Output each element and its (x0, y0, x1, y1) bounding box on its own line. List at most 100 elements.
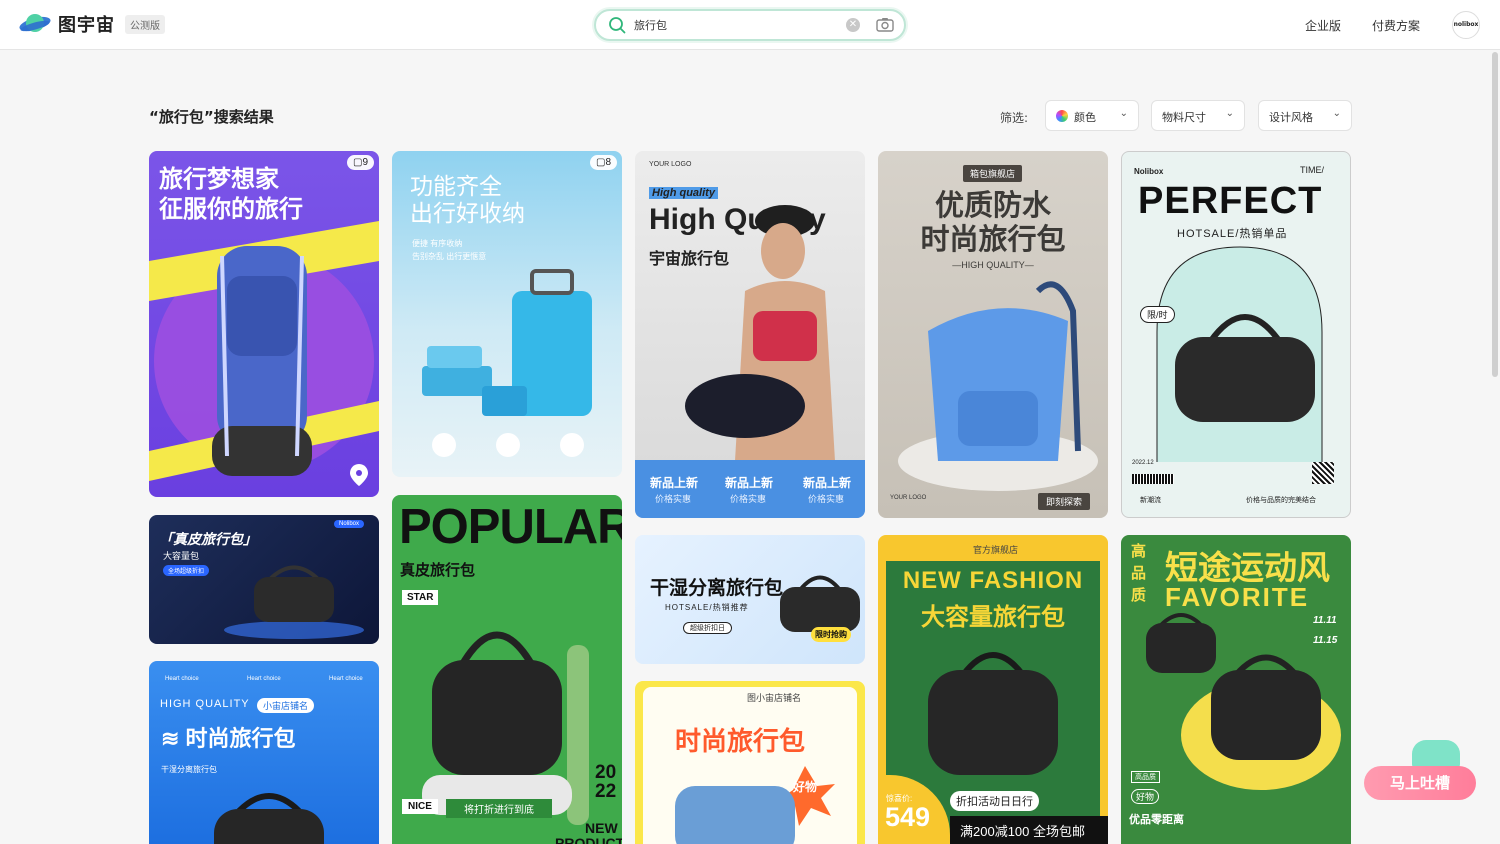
page-count: 9 (362, 157, 368, 168)
discount-pill: 超级折扣日 (683, 622, 732, 634)
card-headline: PERFECT (1138, 180, 1323, 222)
search-icon[interactable] (608, 16, 626, 38)
card-headline: 干湿分离旅行包 (650, 578, 784, 599)
backpack-illustration (212, 246, 312, 476)
top-header: 图宇宙 公测版 ✕ 企业版 付费方案 nolibox (0, 0, 1500, 50)
year-label: 20 22 (595, 763, 616, 801)
page-count-badge: ▢8 (589, 155, 617, 170)
page-count-badge: ▢9 (346, 155, 374, 170)
filter-color-label: 颜色 (1074, 111, 1096, 124)
filter-style-label: 设计风格 (1269, 111, 1313, 124)
card-headline: 功能齐全 出行好收纳 (410, 173, 525, 227)
promo-banner: 将打折进行到底 (446, 799, 552, 818)
good-item-tag: 好物 (793, 780, 818, 794)
heart-choice-2: Heart choice (247, 676, 281, 682)
brand-badge: Nolibox (334, 520, 365, 528)
product-label: PRODUCT (555, 835, 622, 844)
card-headline: ≋ 时尚旅行包 (161, 726, 296, 751)
card-headline-text: 时尚旅行包 (185, 726, 296, 751)
year-top: 20 (595, 762, 617, 783)
promo-pill: 折扣活动日日行 (950, 791, 1039, 811)
card-headline-line1: 旅行梦想家 (159, 166, 279, 193)
quality-tag: 高品质 (1131, 771, 1160, 783)
deal-text: 满200减100 全场包邮 (960, 824, 1085, 839)
date-label: 2022.12 (1132, 460, 1154, 466)
result-card-fashion-yellow[interactable]: 图小宙店铺名 时尚旅行包 好物 (635, 681, 865, 844)
card-sub-line2: 告别杂乱 出行更惬意 (412, 252, 487, 261)
promo-title-2: 新品上新 (725, 476, 774, 490)
qr-code-icon (1312, 462, 1334, 484)
good-item-tag: 好物 (1131, 789, 1160, 804)
side-label: 高品质 (1131, 543, 1147, 604)
black-duffel-illustration (1175, 314, 1315, 422)
filter-color[interactable]: 颜色 ⌄ (1045, 100, 1139, 131)
bags-illustration (1146, 613, 1341, 790)
grid-icon[interactable] (496, 433, 520, 457)
quality-label: HIGH QUALITY (160, 698, 250, 710)
avatar[interactable]: nolibox (1452, 11, 1480, 39)
shop-name: 小宙店铺名 (257, 698, 315, 713)
cactus-bag-illustration (422, 631, 589, 825)
share-icon[interactable] (432, 433, 456, 457)
result-card-leather-dark[interactable]: 「真皮旅行包」 大容量包 全场超级折扣 Nolibox (149, 515, 379, 644)
year-bottom: 22 (595, 781, 617, 802)
heart-choice-3: Heart choice (329, 676, 363, 682)
brand-logo: YOUR LOGO (890, 495, 927, 501)
logo[interactable]: 图宇宙 公测版 (18, 10, 165, 38)
card-headline: NEW FASHION (902, 567, 1084, 594)
result-card-popular[interactable]: POPULAR 真皮旅行包 STAR NICE 将打折进行到底 20 22 NE… (392, 495, 622, 844)
promo-sub-3: 价格实惠 (808, 494, 845, 504)
filter-size[interactable]: 物料尺寸 ⌄ (1151, 100, 1245, 131)
card-headline: 「真皮旅行包」 (159, 531, 257, 547)
barcode-icon (1132, 474, 1174, 484)
shop-name: 官方旗舰店 (973, 545, 1019, 555)
model-with-bag-illustration (685, 205, 835, 461)
chevron-down-icon: ⌄ (1119, 108, 1128, 119)
clear-search-icon[interactable]: ✕ (846, 18, 860, 32)
quality-subtitle: —HIGH QUALITY— (952, 260, 1034, 270)
brand-logo: YOUR LOGO (649, 161, 692, 168)
card-subheadline: 大容量包 (163, 551, 200, 561)
promo-sub-2: 价格实惠 (730, 494, 767, 504)
result-card-waterproof[interactable]: 箱包旗舰店 优质防水 时尚旅行包 —HIGH QUALITY— YOUR LOG… (878, 151, 1108, 518)
leather-bag-illustration (224, 565, 364, 639)
filter-style[interactable]: 设计风格 ⌄ (1258, 100, 1352, 131)
hotsale-label: HOTSALE/热销推荐 (665, 603, 749, 612)
hotsale-label: HOTSALE/热销单品 (1177, 228, 1288, 240)
scrollbar[interactable] (1492, 52, 1498, 377)
nav-pricing[interactable]: 付费方案 (1372, 17, 1420, 34)
result-card-high-quality-blue[interactable]: Heart choice Heart choice Heart choice H… (149, 661, 379, 844)
card-headline-line2: 出行好收纳 (410, 200, 525, 226)
chevron-down-icon: ⌄ (1332, 108, 1341, 119)
result-card-perfect[interactable]: Nolibox TIME/ PERFECT HOTSALE/热销单品 限/时 2… (1121, 151, 1351, 518)
feedback-button[interactable]: 马上吐槽 (1364, 766, 1476, 800)
promo-title-3: 新品上新 (803, 476, 852, 490)
shop-tag: 箱包旗舰店 (963, 165, 1023, 182)
time-label: TIME/ (1300, 165, 1324, 175)
search-bar[interactable]: ✕ (594, 9, 906, 41)
result-card-favorite[interactable]: 高品质 短途运动风 FAVORITE 11.11 11.15 高品质 好物 优品… (1121, 535, 1351, 844)
color-wheel-icon (1056, 110, 1068, 122)
recycle-icon[interactable] (560, 433, 584, 457)
search-input[interactable] (634, 16, 834, 34)
filter-size-label: 物料尺寸 (1162, 111, 1206, 124)
blue-backpack-illustration (898, 281, 1098, 491)
result-card-dry-wet[interactable]: 干湿分离旅行包 HOTSALE/热销推荐 超级折扣日 限时抢购 (635, 535, 865, 664)
star-badge: STAR (402, 590, 439, 605)
card-subheadline: 大容量旅行包 (921, 604, 1065, 631)
page-count: 8 (605, 157, 611, 168)
price-value: 549 (885, 802, 931, 832)
result-card-new-fashion[interactable]: 官方旗舰店 NEW FASHION 大容量旅行包 惊喜价: 549 折扣活动日日… (878, 535, 1108, 844)
shop-name: 图小宙店铺名 (747, 693, 802, 703)
result-card-backpack-purple[interactable]: 旅行梦想家 征服你的旅行 ▢9 (149, 151, 379, 497)
camera-search-icon[interactable] (876, 17, 894, 37)
location-pin-icon (350, 464, 368, 486)
filter-label: 筛选: (1000, 111, 1029, 125)
heart-choice-1: Heart choice (165, 676, 199, 682)
result-card-luggage[interactable]: 功能齐全 出行好收纳 便捷 有序收纳 告别杂乱 出行更惬意 ▢8 (392, 151, 622, 477)
nav-enterprise[interactable]: 企业版 (1305, 17, 1341, 34)
result-card-high-quality[interactable]: YOUR LOGO High quality High Quality 宇宙旅行… (635, 151, 865, 518)
explore-button[interactable]: 即刻探索 (1038, 493, 1091, 510)
card-headline-line1: 功能齐全 (410, 173, 502, 199)
card-headline-line2: 征服你的旅行 (159, 196, 303, 223)
